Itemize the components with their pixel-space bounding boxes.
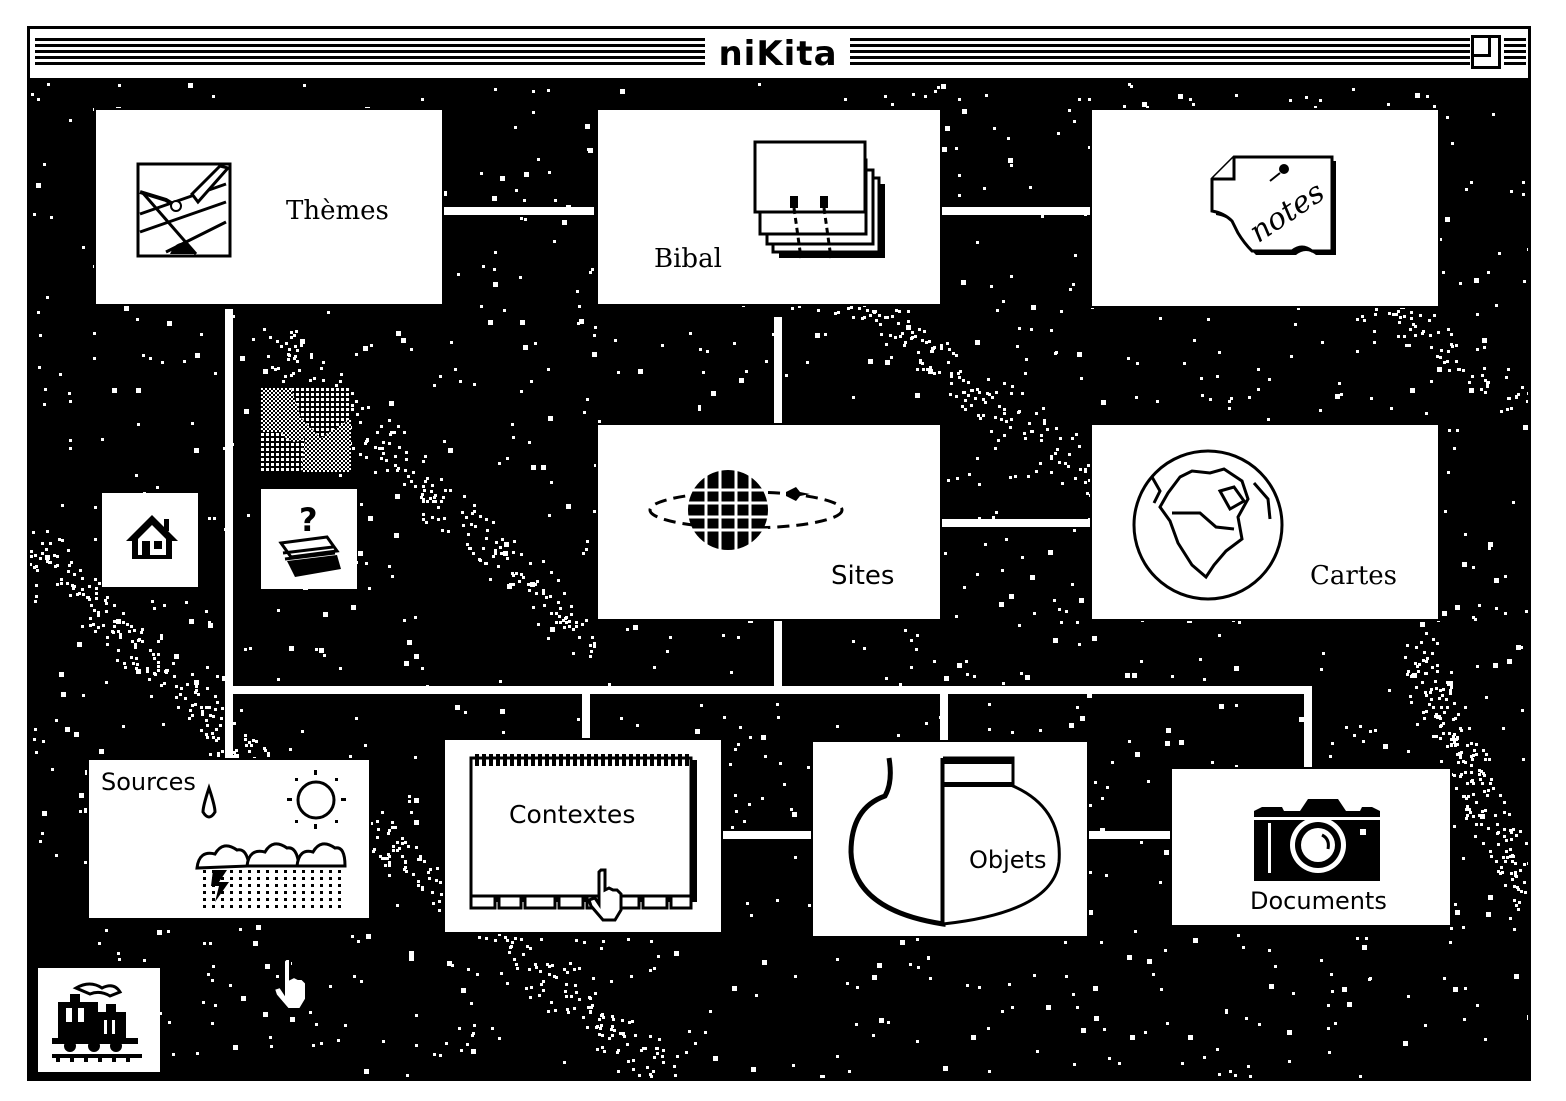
connector xyxy=(582,686,590,742)
connector xyxy=(774,317,782,423)
home-button[interactable] xyxy=(102,493,198,587)
window-title: niKita xyxy=(718,34,838,74)
connector xyxy=(774,619,782,689)
connector xyxy=(940,207,1092,215)
camera-icon xyxy=(1254,799,1380,881)
module-card-sites[interactable]: Sites xyxy=(596,423,942,621)
module-card-documents[interactable]: Documents xyxy=(1170,767,1452,927)
world-globe-map-icon xyxy=(1132,449,1284,601)
navigation-map: Thèmes Bibal notes Sites Cartes ? Source… xyxy=(30,81,1528,1078)
title-bar[interactable]: niKita xyxy=(30,29,1528,81)
connector xyxy=(225,309,233,764)
connector xyxy=(225,686,1311,694)
nikita-window: niKita Thèmes Bibal notes Sites Cartes ?… xyxy=(27,26,1531,1081)
module-label-contextes: Contextes xyxy=(509,800,636,829)
module-label-themes: Thèmes xyxy=(286,196,389,226)
connector xyxy=(940,686,948,742)
connector xyxy=(1088,831,1172,839)
puzzle-pattern-button[interactable] xyxy=(261,388,351,472)
module-card-contextes[interactable]: Contextes xyxy=(443,738,723,934)
help-question-stack-icon: ? xyxy=(278,503,341,577)
index-tabs-notebook-icon xyxy=(469,754,697,910)
connector xyxy=(442,207,594,215)
module-card-notes[interactable]: notes xyxy=(1090,108,1440,308)
drawing-pen-icon xyxy=(136,162,232,258)
hand-pointer-icon xyxy=(272,958,307,1010)
puzzle-pattern-icon xyxy=(261,388,351,472)
svg-text:?: ? xyxy=(299,503,318,539)
connector xyxy=(1304,686,1312,769)
module-label-sources: Sources xyxy=(101,768,196,796)
module-label-bibal: Bibal xyxy=(654,244,722,274)
globe-orbit-plane-icon xyxy=(648,470,844,550)
title-bar-stripes-tail xyxy=(1504,38,1526,68)
module-label-cartes: Cartes xyxy=(1310,561,1398,591)
module-card-objets[interactable]: Objets xyxy=(811,740,1089,938)
pottery-jar-icon xyxy=(848,756,1061,927)
title-bar-stripes-right xyxy=(850,38,1470,68)
module-card-cartes[interactable]: Cartes xyxy=(1090,423,1440,621)
title-bar-stripes-left xyxy=(35,38,705,68)
card-file-icon xyxy=(753,140,885,259)
module-card-themes[interactable]: Thèmes xyxy=(94,108,444,306)
weather-sun-cloud-rain-icon xyxy=(195,770,347,908)
home-icon xyxy=(126,515,178,559)
module-card-bibal[interactable]: Bibal xyxy=(596,108,942,306)
module-card-sources[interactable]: Sources xyxy=(87,758,371,920)
connector xyxy=(940,519,1092,527)
help-button[interactable]: ? xyxy=(261,489,357,589)
steam-train-icon xyxy=(52,982,142,1062)
train-button[interactable] xyxy=(38,968,160,1072)
module-label-documents: Documents xyxy=(1250,887,1387,915)
notes-paper-icon: notes xyxy=(1210,155,1336,255)
hand-pointer-icon xyxy=(587,868,623,922)
module-label-objets: Objets xyxy=(969,846,1047,874)
connector xyxy=(720,831,812,839)
module-label-sites: Sites xyxy=(831,561,895,591)
zoom-box-icon[interactable] xyxy=(1471,35,1501,69)
